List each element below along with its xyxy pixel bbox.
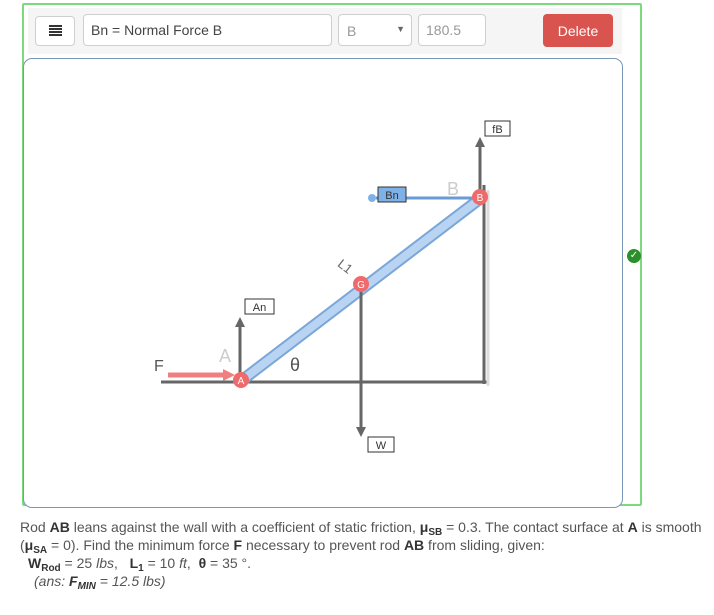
problem-answer: (ans: FMIN = 12.5 lbs) <box>20 572 710 592</box>
point-g-label: G <box>357 280 365 291</box>
length-l1-label: L1 <box>335 256 356 277</box>
w-value: = 25 <box>60 555 97 571</box>
point-a-name: A <box>627 519 638 535</box>
force-f-label: F <box>154 358 164 375</box>
point-b-label: B <box>477 193 484 204</box>
l-unit: ft <box>179 555 187 571</box>
theta-value: = 35 °. <box>206 555 252 571</box>
ans-label: F <box>69 573 78 589</box>
mu-symbol: μ <box>24 537 34 553</box>
page: B ▼ Delete A B F An θ <box>0 0 714 615</box>
free-body-diagram: A B F An θ W L1 fB Bn G A B <box>154 120 511 453</box>
text: from sliding, given: <box>424 537 545 553</box>
problem-line-2: (μSA = 0). Find the minimum force F nece… <box>20 536 710 556</box>
theta-label: θ <box>198 555 207 571</box>
problem-givens: WRod = 25 lbs, L1 = 10 ft, θ = 35 °. <box>28 555 252 574</box>
problem-statement: Rod AB leans against the wall with a coe… <box>20 518 710 592</box>
check-icon: ✓ <box>627 249 641 263</box>
text: is smooth <box>637 519 702 535</box>
force-an-label: An <box>253 302 266 314</box>
ans-unit: lbs <box>143 573 161 589</box>
point-b-ghost-label: B <box>447 179 459 199</box>
point-a-ghost-label: A <box>219 346 231 366</box>
rod-name: AB <box>403 537 425 553</box>
force-f-name: F <box>233 537 243 553</box>
w-unit: lbs <box>96 555 114 571</box>
text: = 0). Find the minimum force <box>47 537 234 553</box>
point-a-label: A <box>238 376 245 387</box>
w-label: W <box>28 555 42 571</box>
l-value: = 10 <box>143 555 180 571</box>
force-w-label: W <box>376 440 387 452</box>
text: leans against the wall with a coefficien… <box>69 519 420 535</box>
problem-line-1: Rod AB leans against the wall with a coe… <box>20 518 710 538</box>
l-label: L <box>129 555 139 571</box>
text: = 0.3. The contact surface at <box>442 519 628 535</box>
text: ) <box>160 573 166 589</box>
force-bn-handle[interactable] <box>368 194 376 202</box>
text: (ans: <box>34 573 70 589</box>
text: Rod <box>20 519 50 535</box>
ans-value: = 12.5 <box>95 573 144 589</box>
ans-subscript: MIN <box>77 581 96 592</box>
rod-name: AB <box>49 519 70 535</box>
force-bn-label: Bn <box>385 190 398 202</box>
text: necessary to prevent rod <box>242 537 404 553</box>
force-fb-label: fB <box>492 124 502 136</box>
angle-theta-label: θ <box>290 355 300 375</box>
